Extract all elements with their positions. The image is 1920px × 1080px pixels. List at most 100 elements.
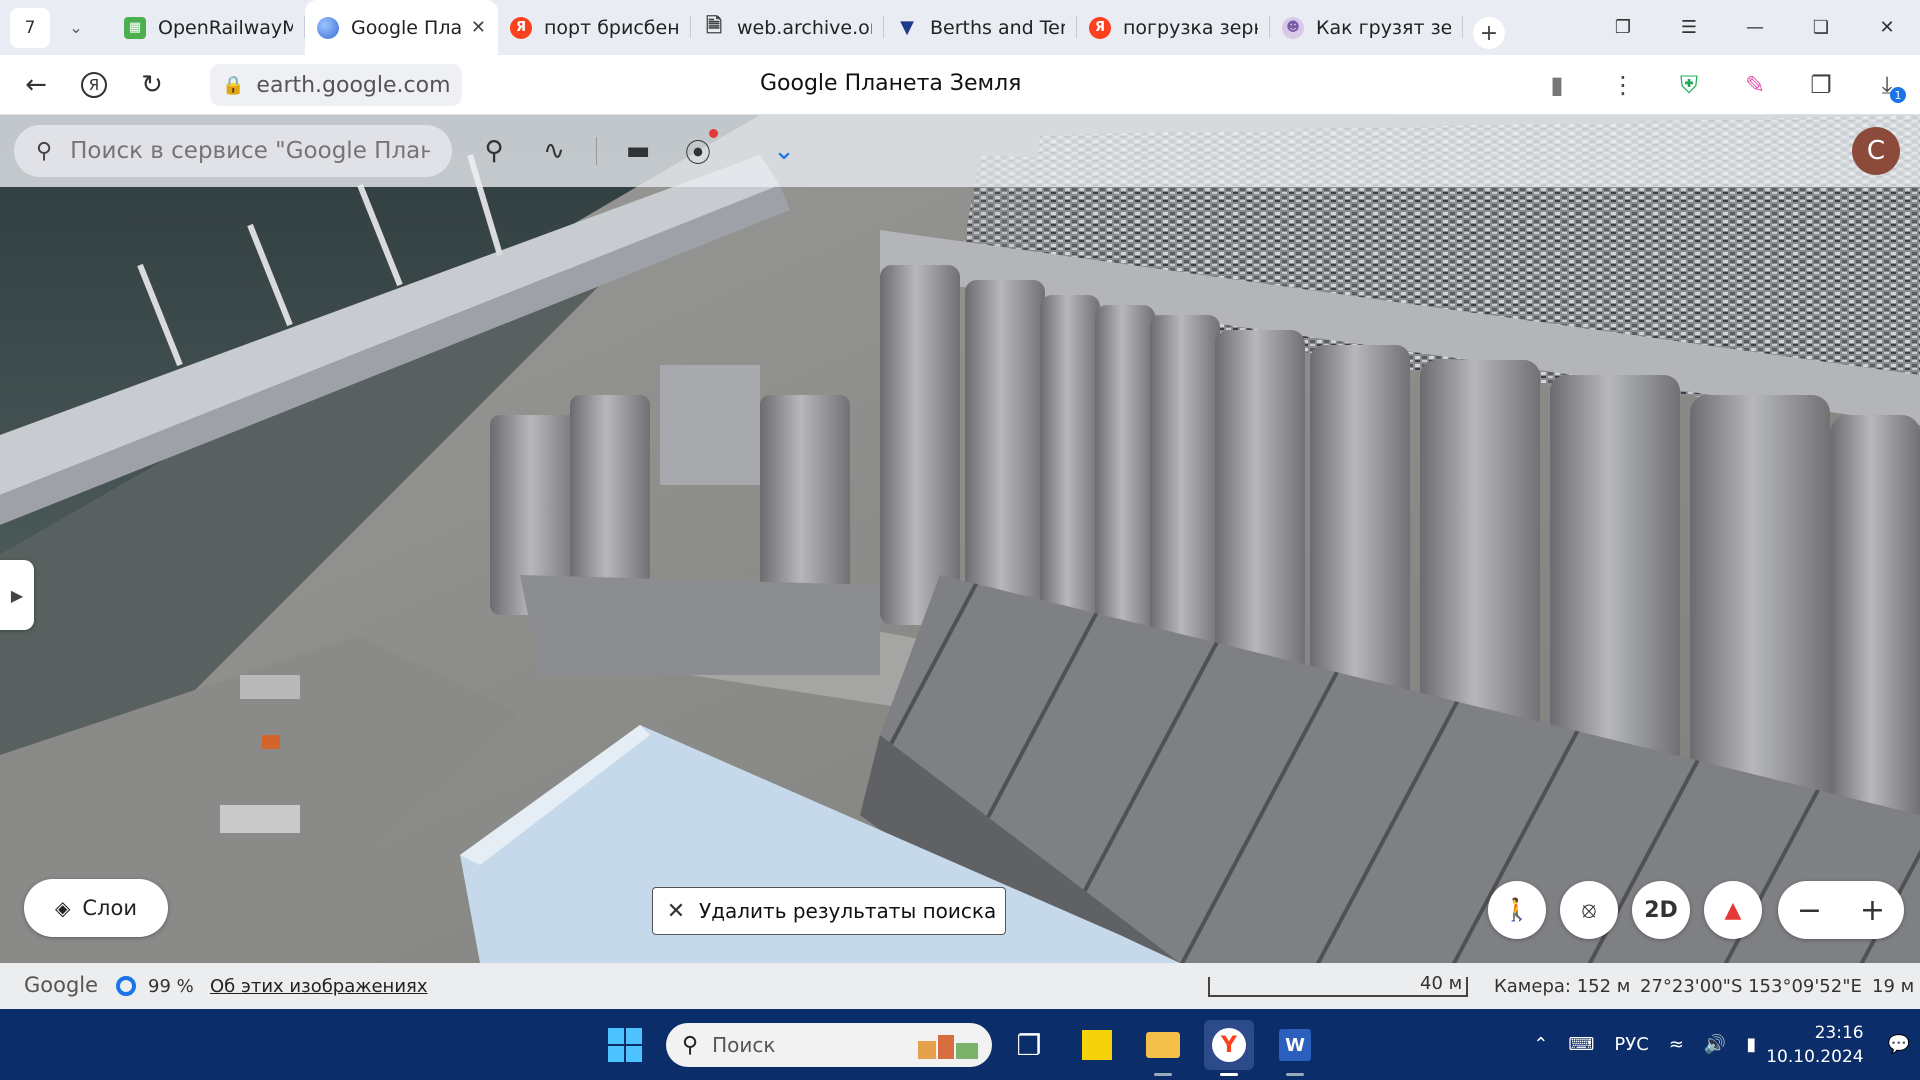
clock[interactable]: 23:16 10.10.2024 xyxy=(1766,1021,1863,1069)
task-view-icon[interactable]: ❐ xyxy=(1004,1020,1054,1070)
coordinates: 27°23'00"S 153°09'52"E xyxy=(1640,976,1862,997)
search-icon: ⚲ xyxy=(682,1032,699,1058)
tab-web-archive[interactable]: 🗎 web.archive.or xyxy=(691,0,884,55)
earth-status-bar: Google 99 % Об этих изображениях 40 м Ка… xyxy=(0,963,1920,1009)
avatar[interactable]: C xyxy=(1852,127,1900,175)
chevron-up-icon[interactable]: ⌃ xyxy=(1533,1034,1548,1055)
document-icon: 🗎 xyxy=(705,12,723,37)
google-earth-icon xyxy=(317,16,339,39)
word-icon[interactable]: W xyxy=(1270,1020,1320,1076)
windows-taskbar: ⚲ Поиск ❐ Y W ⌃ ⌨ РУС ≈ 🔊 ▮ 23:16 10.10.… xyxy=(0,1009,1920,1080)
windows-logo-icon xyxy=(608,1028,642,1062)
shield-icon[interactable]: ⛨ xyxy=(1656,55,1722,115)
satellite-3d-imagery xyxy=(0,115,1920,963)
sticky-notes-icon[interactable] xyxy=(1072,1020,1122,1070)
tab-grain-loading[interactable]: Я погрузка зерн xyxy=(1077,0,1270,55)
start-button[interactable] xyxy=(600,1020,650,1070)
search-icon: ⚲ xyxy=(36,138,53,164)
running-indicator xyxy=(1286,1073,1304,1076)
menu-icon[interactable]: ☰ xyxy=(1656,0,1722,55)
tab-openrailwaymap[interactable]: ▦ OpenRailwayM xyxy=(112,0,305,55)
yandex-browser-icon[interactable]: Y xyxy=(1204,1020,1254,1076)
address-bar: ← Я ↻ 🔒 earth.google.com Google Планета … xyxy=(0,55,1920,115)
tab-list: ▦ OpenRailwayM Google Пла ✕ Я порт брисб… xyxy=(112,0,1463,55)
tab-how-grain-loaded[interactable]: ☻ Как грузят зер xyxy=(1270,0,1463,55)
train-map-icon: ▦ xyxy=(124,16,146,39)
system-tray: ⌃ ⌨ РУС ≈ 🔊 ▮ 23:16 10.10.2024 💬 xyxy=(1523,1009,1920,1080)
more-menu-icon[interactable]: ⋮ xyxy=(1590,55,1656,115)
load-percent: 99 % xyxy=(148,976,194,997)
loading-ring-icon xyxy=(116,976,136,996)
zoom-out-button[interactable]: − xyxy=(1778,881,1841,939)
browser-actions: ▮ ⋮ ⛨ ✎ ❐ ⤓ 1 xyxy=(1524,55,1920,115)
side-panel-toggle[interactable]: ▶ xyxy=(0,560,34,630)
ruler-icon[interactable]: ▬ xyxy=(616,129,660,173)
zoom-in-button[interactable]: + xyxy=(1841,881,1904,939)
earth-toolbar: ⚲ ⚲ ∿ ▬ ⦿ ⌄ C xyxy=(0,115,1920,187)
layers-label: Слои xyxy=(82,896,137,920)
search-highlight-illustration xyxy=(918,1035,978,1059)
volume-icon[interactable]: 🔊 xyxy=(1704,1034,1726,1055)
clear-search-results-button[interactable]: ✕ Удалить результаты поиска xyxy=(652,887,1006,935)
tab-title: Google Пла xyxy=(351,16,463,39)
close-window-button[interactable]: ✕ xyxy=(1854,0,1920,55)
pegman-icon[interactable]: 🚶 xyxy=(1488,881,1546,939)
person-icon: ☻ xyxy=(1282,16,1304,39)
voyager-icon[interactable]: ⦿ xyxy=(676,129,720,173)
extensions-icon[interactable]: ❐ xyxy=(1788,55,1854,115)
place-marker-icon[interactable]: ⚲ xyxy=(472,129,516,173)
yandex-home-button[interactable]: Я xyxy=(72,63,116,107)
lock-icon: 🔒 xyxy=(222,74,245,96)
tab-strip: 7 ⌄ ▦ OpenRailwayM Google Пла ✕ Я порт б… xyxy=(0,0,1920,55)
bookmark-icon[interactable]: ▮ xyxy=(1524,55,1590,115)
reload-button[interactable]: ↻ xyxy=(130,63,174,107)
maximize-button[interactable]: ❏ xyxy=(1788,0,1854,55)
scale-label: 40 м xyxy=(1420,973,1463,994)
url-field[interactable]: 🔒 earth.google.com xyxy=(210,64,462,106)
layers-button[interactable]: ◈ Слои xyxy=(24,879,168,937)
about-imagery-link[interactable]: Об этих изображениях xyxy=(210,976,428,997)
layers-icon: ◈ xyxy=(55,896,71,920)
earth-search-input[interactable] xyxy=(70,138,431,164)
keyboard-icon[interactable]: ⌨ xyxy=(1568,1034,1594,1055)
path-icon[interactable]: ∿ xyxy=(532,129,576,173)
taskbar-search-placeholder: Поиск xyxy=(712,1033,776,1057)
clear-search-label: Удалить результаты поиска xyxy=(699,899,997,923)
tab-google-earth[interactable]: Google Пла ✕ xyxy=(305,0,498,55)
chevron-down-icon[interactable]: ⌄ xyxy=(762,129,806,173)
tab-title: OpenRailwayM xyxy=(158,16,293,39)
google-logo: Google xyxy=(24,973,99,997)
view-mode-button[interactable]: 2D xyxy=(1632,881,1690,939)
collections-icon[interactable]: ❐ xyxy=(1590,0,1656,55)
pen-icon[interactable]: ✎ xyxy=(1722,55,1788,115)
taskbar-search[interactable]: ⚲ Поиск xyxy=(666,1023,992,1067)
zoom-control: − + xyxy=(1778,881,1904,939)
back-button[interactable]: ← xyxy=(14,63,58,107)
triangle-flag-icon: ▼ xyxy=(900,17,914,38)
minimize-button[interactable]: — xyxy=(1722,0,1788,55)
wifi-icon[interactable]: ≈ xyxy=(1669,1034,1684,1055)
no-tilt-icon[interactable]: ⦻ xyxy=(1560,881,1618,939)
compass-icon[interactable]: ▲ xyxy=(1704,881,1762,939)
file-explorer-icon[interactable] xyxy=(1138,1020,1188,1076)
language-indicator[interactable]: РУС xyxy=(1614,1034,1648,1055)
running-indicator xyxy=(1220,1073,1238,1076)
close-icon: ✕ xyxy=(666,898,686,924)
tab-title: погрузка зерн xyxy=(1123,16,1258,39)
tab-count-button[interactable]: 7 xyxy=(10,7,50,48)
notification-dot xyxy=(709,129,718,138)
tab-port-brisbane[interactable]: Я порт брисбен xyxy=(498,0,691,55)
map-viewport[interactable]: ⚲ ⚲ ∿ ▬ ⦿ ⌄ C ▶ ◈ Слои ✕ Удалить результ… xyxy=(0,115,1920,963)
yandex-icon: Я xyxy=(510,16,532,39)
toolbar-divider xyxy=(596,137,597,165)
page-title: Google Планета Земля xyxy=(760,71,1022,96)
close-icon[interactable]: ✕ xyxy=(471,17,486,38)
notification-icon[interactable]: 💬 xyxy=(1888,1034,1910,1055)
tab-berths-terminals[interactable]: ▼ Berths and Ter xyxy=(884,0,1077,55)
chevron-down-icon[interactable]: ⌄ xyxy=(56,8,96,48)
downloads-icon[interactable]: ⤓ 1 xyxy=(1854,55,1920,115)
camera-altitude: Камера: 152 м xyxy=(1494,976,1631,997)
earth-search-box[interactable]: ⚲ xyxy=(14,125,452,177)
battery-icon[interactable]: ▮ xyxy=(1746,1034,1756,1055)
new-tab-button[interactable]: + xyxy=(1473,17,1505,49)
